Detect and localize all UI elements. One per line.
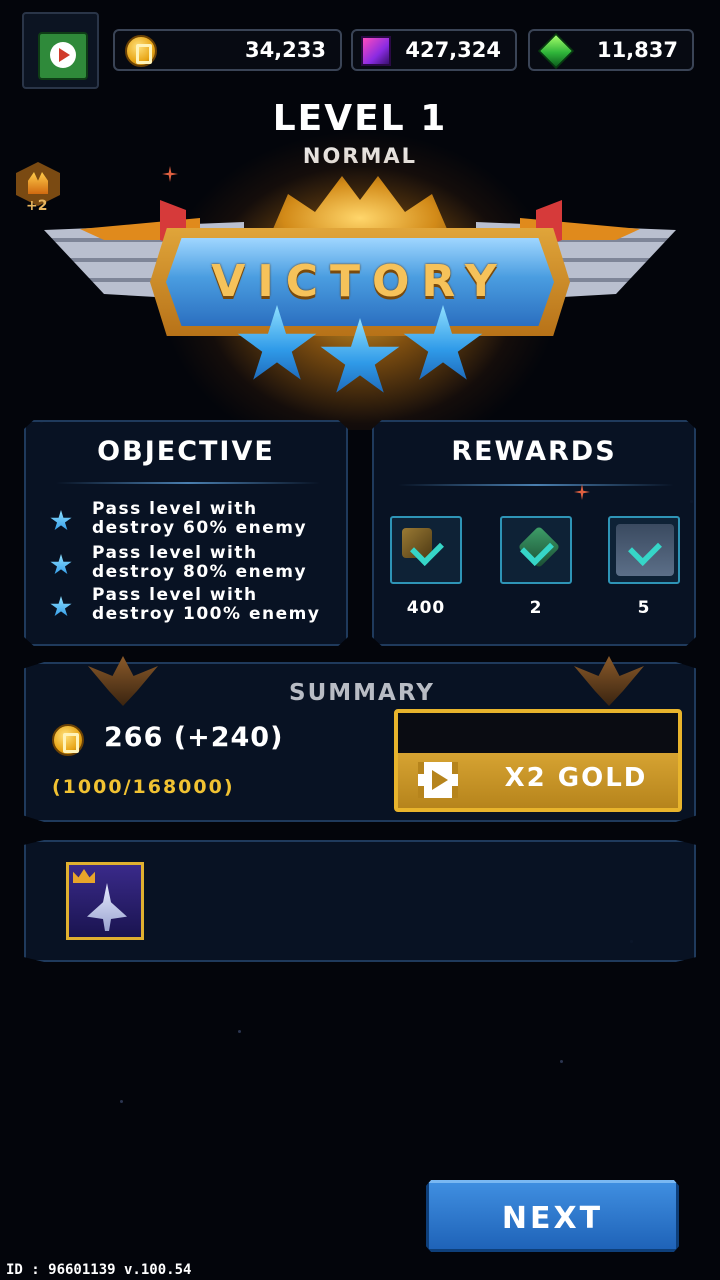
reward-value: 400 [406, 598, 446, 618]
objective-item: Pass level with destroy 100% enemy [50, 586, 342, 624]
gold-amount: 34,233 [244, 38, 326, 62]
objective-title: OBJECTIVE [97, 436, 275, 467]
gold-progress: (1000/168000) [52, 776, 235, 798]
crystal-counter[interactable]: 427,324 [351, 29, 517, 71]
flame-badge[interactable]: +2 [16, 162, 60, 214]
purple-crystal-icon [361, 36, 391, 66]
victory-text: VICTORY [211, 256, 509, 307]
reward-value: 5 [637, 598, 651, 618]
reward-value: 2 [529, 598, 543, 618]
objective-item: Pass level with destroy 80% enemy [50, 544, 342, 582]
gold-earned: 266 (+240) [104, 722, 284, 753]
gold-coin-icon [125, 35, 157, 67]
reward-item-card[interactable] [500, 516, 572, 584]
next-label: NEXT [501, 1201, 604, 1236]
next-button[interactable]: NEXT [426, 1180, 679, 1252]
video-ad-icon [418, 762, 458, 798]
crown-icon [73, 869, 95, 883]
x2-gold-label: X2 GOLD [504, 763, 648, 793]
ship-drop-card[interactable] [66, 862, 144, 940]
x2-gold-button[interactable]: X2 GOLD [394, 709, 682, 812]
summary-title: SUMMARY [289, 680, 435, 706]
footer-build-id: ID : 96601139 v.100.54 [6, 1262, 192, 1278]
gem-amount: 11,837 [596, 38, 678, 62]
gem-counter[interactable]: 11,837 [528, 29, 694, 71]
gold-counter[interactable]: 34,233 [113, 29, 342, 71]
star-icon [50, 596, 72, 617]
reward-item-ship[interactable] [608, 516, 680, 584]
green-gem-icon [537, 32, 575, 70]
flame-badge-count: +2 [26, 198, 48, 214]
objective-panel: OBJECTIVE Pass level with destroy 60% en… [24, 420, 348, 646]
star-icon [50, 554, 72, 575]
reward-item-chip[interactable] [390, 516, 462, 584]
video-chest-icon[interactable] [22, 12, 99, 89]
gold-coin-icon [52, 724, 84, 756]
star-icon [50, 510, 72, 531]
objective-item: Pass level with destroy 60% enemy [50, 500, 342, 538]
crystal-amount: 427,324 [405, 38, 501, 62]
rewards-panel: REWARDS 400 2 5 [372, 420, 696, 646]
spaceship-icon [87, 883, 127, 931]
rewards-title: REWARDS [451, 436, 617, 467]
